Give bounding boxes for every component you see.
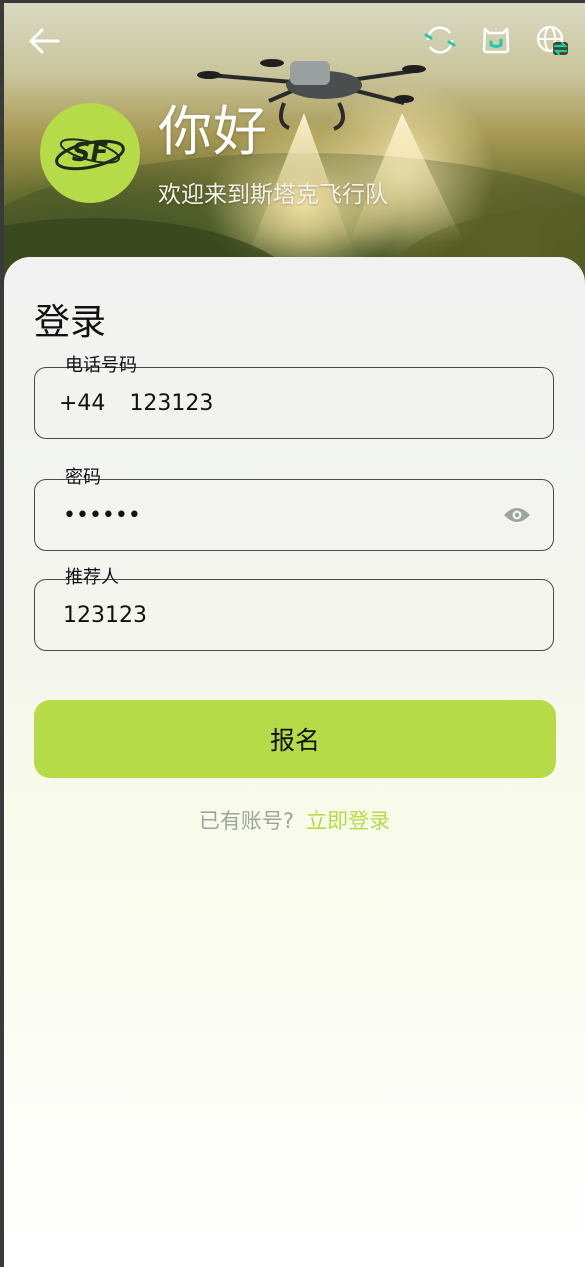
greeting-title: 你好	[158, 100, 268, 163]
password-field: 密码	[34, 467, 554, 551]
hero-banner: SF 你好 欢迎来到斯塔克飞行队	[4, 3, 585, 293]
refresh-icon	[424, 26, 456, 54]
phone-label: 电话号码	[61, 355, 141, 377]
app-frame: SF 你好 欢迎来到斯塔克飞行队 登录 电话号码 +44 密码 推荐人	[4, 3, 585, 1267]
back-button[interactable]	[26, 23, 66, 59]
referrer-field: 推荐人	[34, 567, 554, 651]
refresh-button[interactable]	[423, 23, 457, 57]
support-button[interactable]	[479, 23, 513, 57]
sf-logo-icon: SF	[55, 138, 125, 171]
svg-text:SF: SF	[72, 138, 109, 168]
language-icon	[536, 25, 568, 56]
password-toggle[interactable]	[503, 505, 531, 525]
language-button[interactable]	[535, 23, 569, 57]
header-actions	[423, 23, 569, 57]
referrer-input[interactable]	[61, 601, 553, 629]
support-icon	[482, 27, 510, 54]
login-prompt: 已有账号? 立即登录	[4, 805, 585, 835]
login-card: 登录 电话号码 +44 密码 推荐人 报名 已有账号? 立即登录	[4, 257, 585, 1267]
phone-field: 电话号码 +44	[34, 355, 554, 439]
login-link[interactable]: 立即登录	[306, 809, 390, 833]
brand-logo: SF	[40, 103, 140, 203]
welcome-text: 欢迎来到斯塔克飞行队	[158, 182, 388, 208]
register-button[interactable]: 报名	[34, 700, 556, 778]
referrer-label: 推荐人	[61, 567, 123, 589]
country-code-select[interactable]: +44	[59, 391, 105, 416]
arrow-left-icon	[29, 28, 60, 54]
eye-icon	[504, 508, 530, 522]
password-input[interactable]	[61, 501, 503, 529]
page-title: 登录	[34, 302, 107, 343]
password-label: 密码	[61, 467, 105, 489]
phone-input[interactable]	[127, 389, 553, 417]
account-question: 已有账号?	[198, 809, 295, 833]
